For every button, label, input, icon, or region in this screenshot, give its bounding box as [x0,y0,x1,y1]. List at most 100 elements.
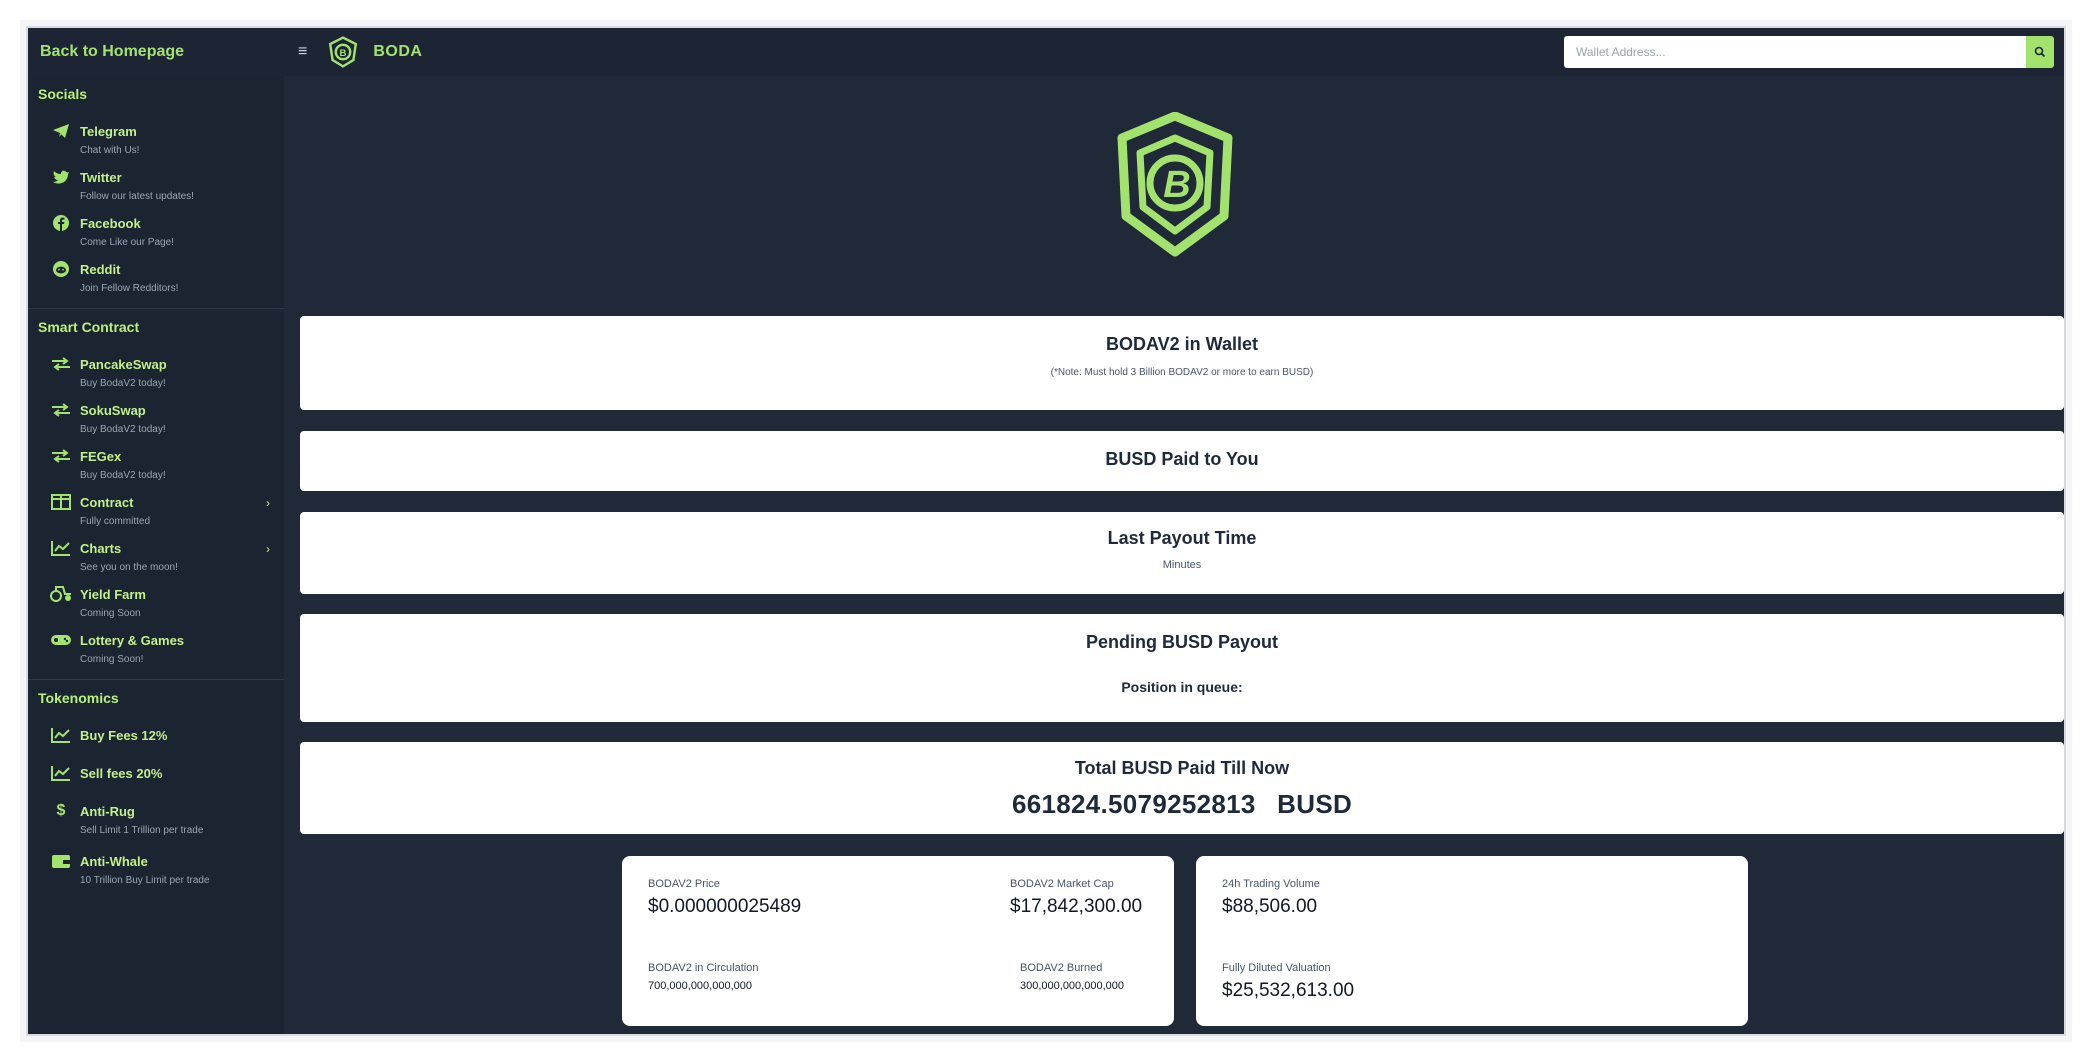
smart-contract-section: Smart Contract PancakeSwap Buy BodaV2 to… [28,309,284,680]
stat-label: BODAV2 Market Cap [1010,878,1114,890]
chevron-right-icon: › [266,496,270,510]
sidebar-item-label: SokuSwap [80,402,146,418]
stat-value: $17,842,300.00 [1010,896,1143,917]
swap-icon [50,355,72,373]
sidebar-item-label: Sell fees 20% [80,765,163,781]
sidebar-item-contract[interactable]: Contract › Fully committed [28,487,284,533]
sidebar-item-label: PancakeSwap [80,356,167,372]
sidebar: Socials Telegram Chat with Us! Twitter F… [28,76,284,1034]
sidebar-item-label: Charts [80,540,122,556]
sidebar-item-anti-rug[interactable]: $ Anti-Rug Sell Limit 1 Trillion per tra… [28,796,284,842]
gamepad-icon [50,631,72,649]
burned-stat: BODAV2 Burned 300,000,000,000,000 [1020,962,1124,992]
sidebar-item-lottery-games[interactable]: Lottery & Games Coming Soon! [28,625,284,671]
sidebar-item-yield-farm[interactable]: Yield Farm Coming Soon [28,579,284,625]
app-window: Back to Homepage ≡ B BODA Socials [26,26,2066,1036]
socials-section: Socials Telegram Chat with Us! Twitter F… [28,76,284,309]
wallet-search [1564,36,2054,68]
card-title: Total BUSD Paid Till Now [1074,758,1290,778]
sidebar-item-subtitle: Coming Soon [80,608,141,619]
stat-value: 300,000,000,000,000 [1020,980,1124,992]
market-stats-card: 24h Trading Volume $88,506.00 Fully Dilu… [1196,856,1748,1026]
circulation-stat: BODAV2 in Circulation 700,000,000,000,00… [648,962,758,992]
sidebar-item-sokuswap[interactable]: SokuSwap Buy BodaV2 today! [28,395,284,441]
wallet-icon [50,852,72,870]
stat-label: Fully Diluted Valuation [1222,962,1331,974]
fdv-stat: Fully Diluted Valuation $25,532,613.00 [1222,962,1354,1002]
sidebar-item-subtitle: Coming Soon! [80,654,144,665]
total-paid-amount: 661824.5079252813 [1011,789,1256,819]
wallet-address-input[interactable] [1564,36,2026,68]
search-button[interactable] [2026,36,2054,68]
sidebar-item-subtitle: Chat with Us! [80,145,140,156]
chevron-right-icon: › [266,542,270,556]
wallet-balance-card: BODAV2 in Wallet (*Note: Must hold 3 Bil… [300,316,2064,410]
search-icon [2034,46,2046,58]
stat-label: BODAV2 in Circulation [648,962,759,974]
sidebar-item-sell-fees[interactable]: Sell fees 20% [28,758,284,788]
sidebar-item-subtitle: Follow our latest updates! [80,191,194,202]
boda-shield-logo-icon: B [1117,112,1233,257]
card-title: BODAV2 in Wallet [1105,334,1258,354]
tractor-icon [50,585,72,603]
sidebar-item-label: Lottery & Games [80,632,185,648]
card-title: Last Payout Time [1107,528,1257,548]
total-paid-value: 661824.5079252813 BUSD [300,789,2064,820]
stat-value: $25,532,613.00 [1222,980,1355,1001]
sidebar-item-twitter[interactable]: Twitter Follow our latest updates! [28,162,284,208]
tokenomics-section: Tokenomics Buy Fees 12% Sell fees 20% $ … [28,680,284,900]
section-title: Socials [38,86,88,102]
back-to-homepage-link[interactable]: Back to Homepage [28,43,284,61]
price-stat: BODAV2 Price $0.000000025489 [648,878,801,918]
busd-paid-card: BUSD Paid to You [300,431,2064,491]
contract-icon [50,493,72,511]
volume-stat: 24h Trading Volume $88,506.00 [1222,878,1320,918]
sidebar-item-facebook[interactable]: Facebook Come Like our Page! [28,208,284,254]
dollar-icon: $ [56,802,66,819]
token-stats-card: BODAV2 Price $0.000000025489 BODAV2 Mark… [622,856,1174,1026]
stat-label: BODAV2 Burned [1020,962,1103,974]
queue-position-label: Position in queue: [1121,679,1243,695]
sidebar-item-subtitle: Buy BodaV2 today! [80,424,166,435]
sidebar-item-anti-whale[interactable]: Anti-Whale 10 Trillion Buy Limit per tra… [28,846,284,892]
market-cap-stat: BODAV2 Market Cap $17,842,300.00 [1010,878,1142,918]
sidebar-item-subtitle: Buy BodaV2 today! [80,470,166,481]
telegram-icon [50,122,72,140]
payout-time-unit: Minutes [1162,559,1202,571]
stat-label: BODAV2 Price [648,878,720,890]
brand-name: BODA [373,43,423,60]
sidebar-item-subtitle: 10 Trillion Buy Limit per trade [80,875,210,886]
sidebar-item-subtitle: Join Fellow Redditors! [80,283,179,294]
sidebar-item-label: FEGex [80,448,122,464]
sidebar-item-label: Buy Fees 12% [80,727,168,743]
stat-value: $88,506.00 [1222,896,1318,917]
sidebar-item-subtitle: Come Like our Page! [80,237,174,248]
sidebar-item-label: Telegram [80,123,137,139]
swap-icon [50,401,72,419]
sidebar-item-label: Contract [80,494,134,510]
sidebar-item-telegram[interactable]: Telegram Chat with Us! [28,116,284,162]
sidebar-item-subtitle: Buy BodaV2 today! [80,378,166,389]
chart-icon [50,539,72,557]
swap-icon [50,447,72,465]
total-paid-unit: BUSD [1277,789,1353,819]
sidebar-item-label: Yield Farm [80,586,146,602]
chart-icon [50,764,72,782]
menu-icon[interactable]: ≡ [298,43,307,61]
stat-value: 700,000,000,000,000 [648,980,752,992]
sidebar-item-fegex[interactable]: FEGex Buy BodaV2 today! [28,441,284,487]
svg-text:B: B [340,48,347,59]
sidebar-item-pancakeswap[interactable]: PancakeSwap Buy BodaV2 today! [28,349,284,395]
sidebar-item-subtitle: Fully committed [80,516,151,527]
sidebar-item-subtitle: Sell Limit 1 Trillion per trade [80,825,204,836]
sidebar-item-label: Facebook [80,215,141,231]
sidebar-item-charts[interactable]: Charts › See you on the moon! [28,533,284,579]
sidebar-item-buy-fees[interactable]: Buy Fees 12% [28,720,284,750]
main-content: B BODAV2 in Wallet (*Note: Must hold 3 B… [284,76,2064,1034]
facebook-icon [50,214,72,232]
boda-logo-icon: B [329,36,358,68]
card-title: BUSD Paid to You [1105,449,1259,469]
sidebar-item-reddit[interactable]: Reddit Join Fellow Redditors! [28,254,284,300]
pending-payout-card: Pending BUSD Payout Position in queue: [300,614,2064,722]
sidebar-item-subtitle: See you on the moon! [80,562,178,573]
